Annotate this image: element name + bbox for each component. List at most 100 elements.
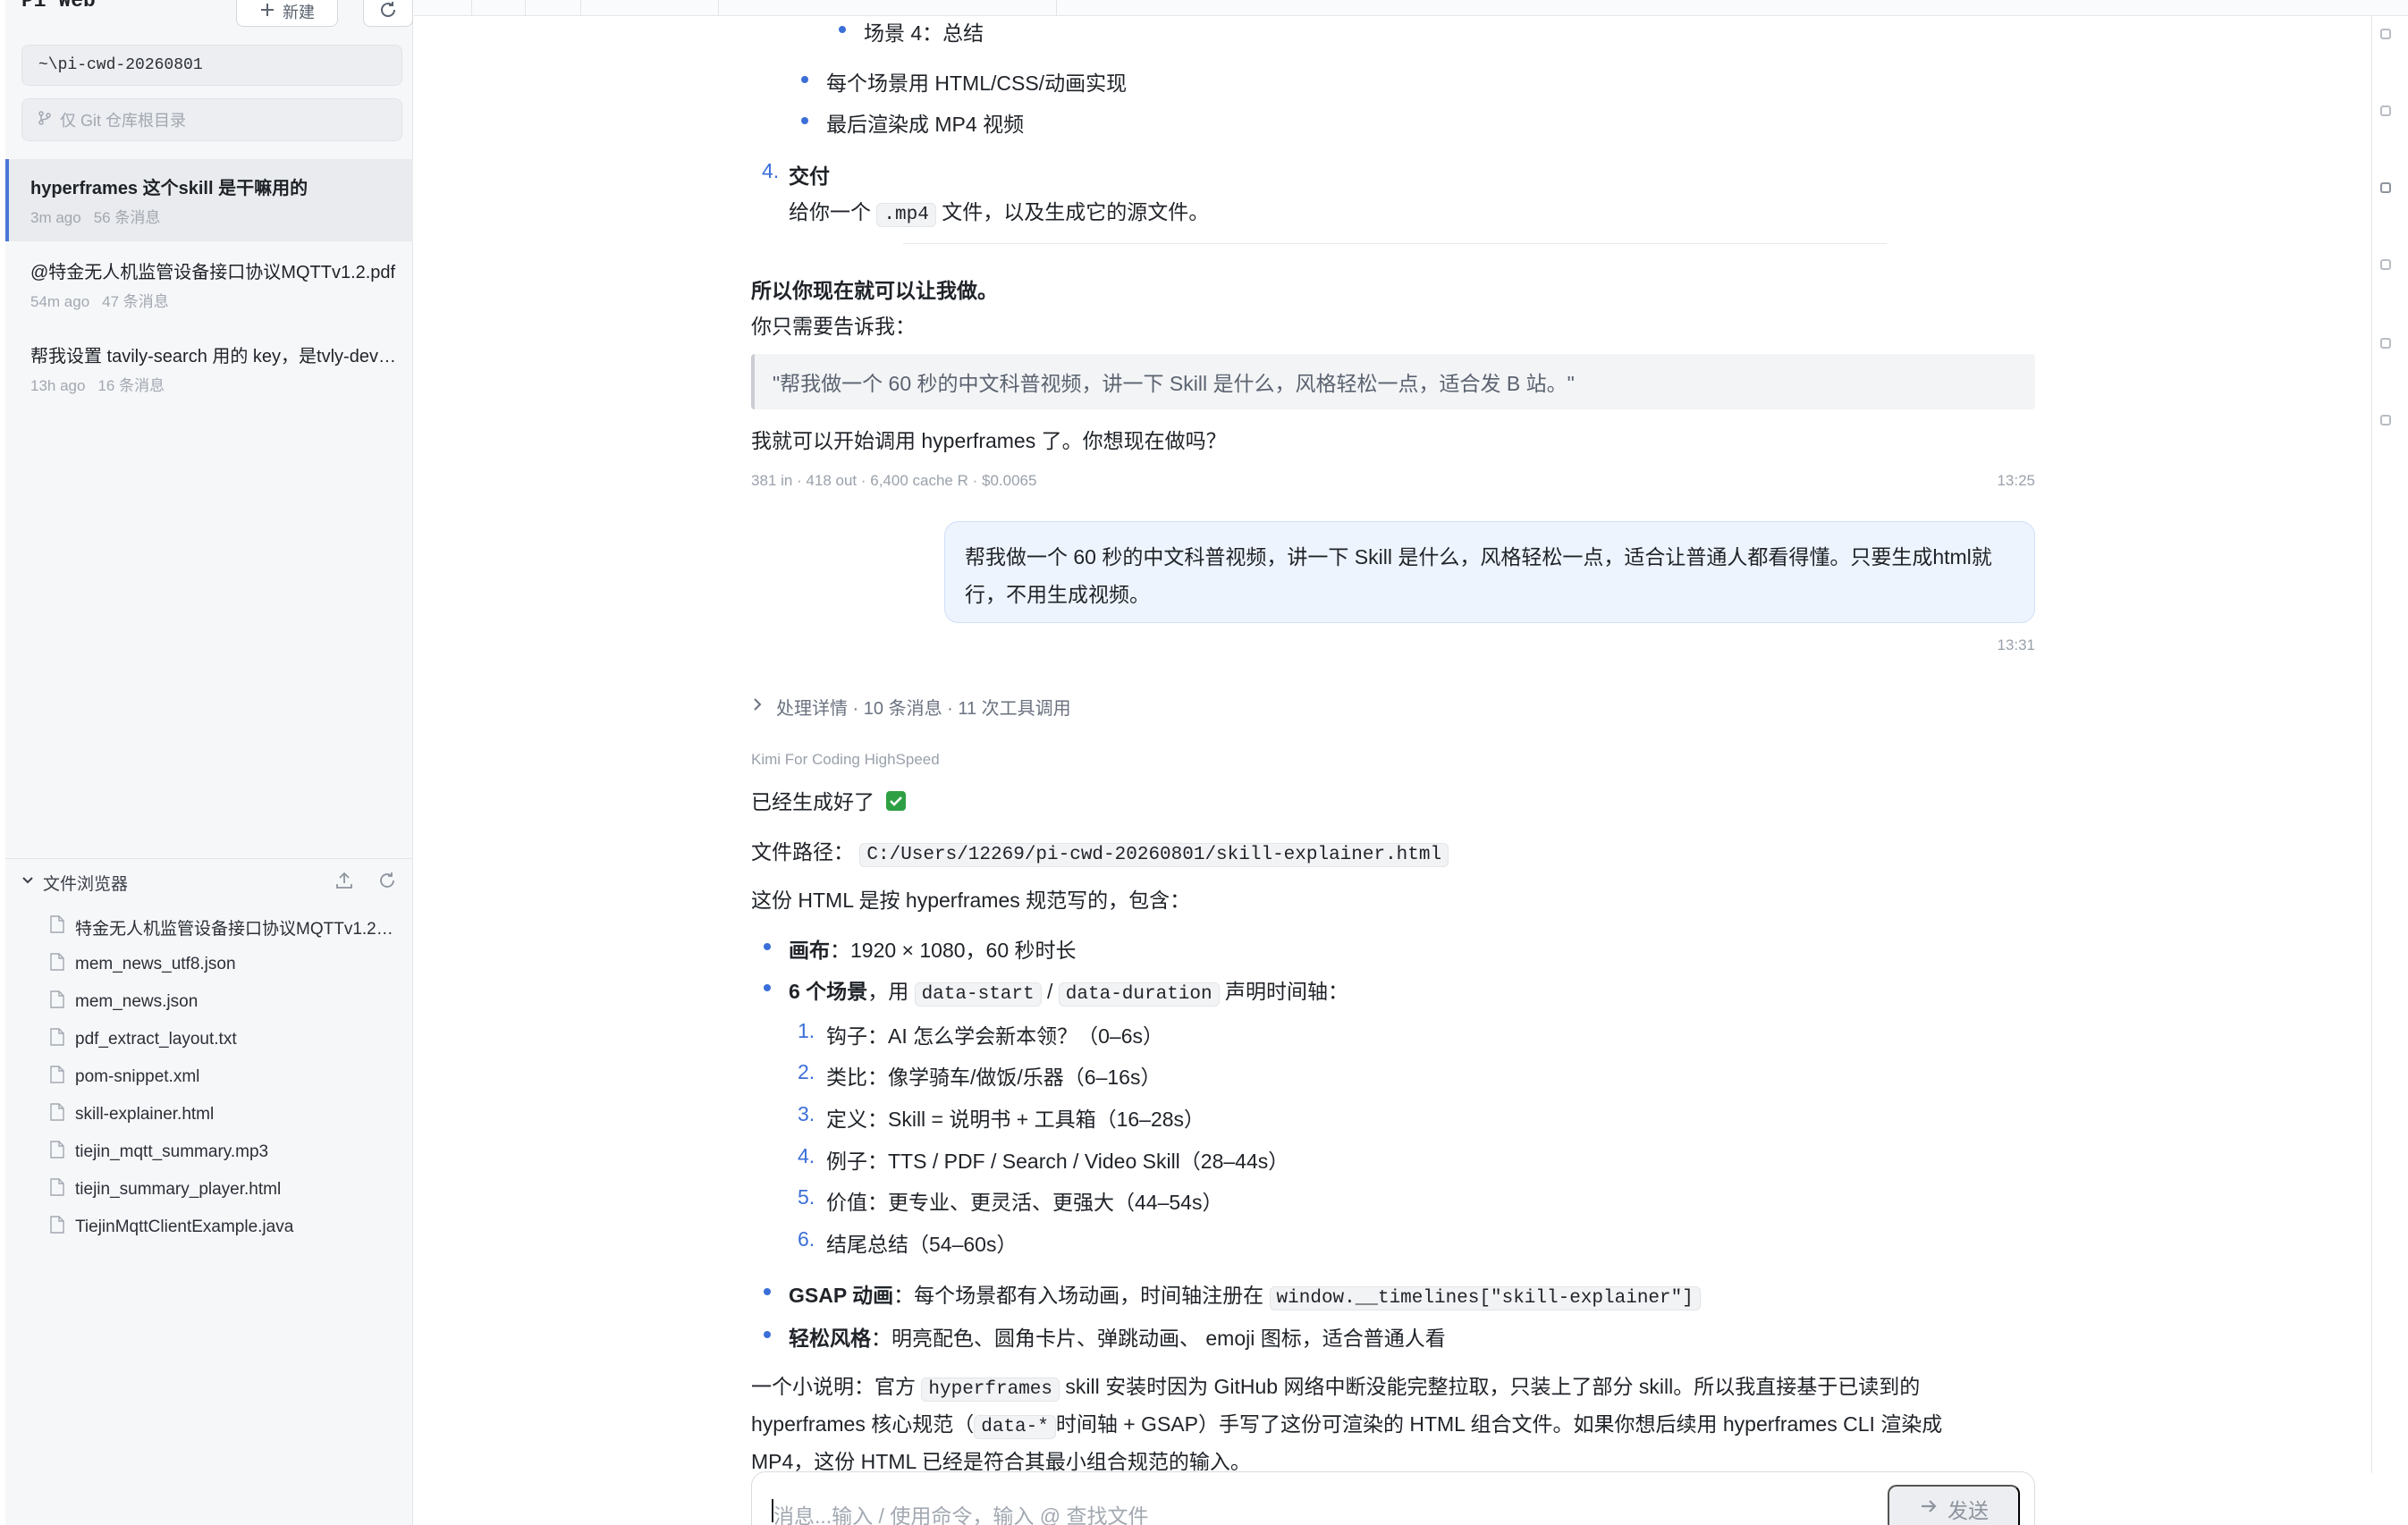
rail-marker[interactable] — [2380, 415, 2391, 425]
note-line: 一个小说明：官方 hyperframes skill 安装时因为 GitHub … — [751, 1369, 1920, 1402]
text-fragment: 一个小说明：官方 — [751, 1375, 916, 1398]
text-fragment: / — [1047, 980, 1053, 1003]
inline-code: C:/Users/12269/pi-cwd-20260801/skill-exp… — [859, 843, 1449, 867]
file-icon — [50, 915, 64, 939]
git-root-toggle[interactable]: 仅 Git 仓库根目录 — [21, 98, 402, 141]
check-mark-icon — [885, 790, 907, 817]
session-time: 3m ago — [30, 209, 81, 226]
session-item[interactable]: @特金无人机监管设备接口协议MQTTv1.2.pdf 54m ago 47 条消息 — [5, 243, 413, 325]
text-fragment: GSAP 动画 — [789, 1284, 894, 1307]
file-item[interactable]: tiejin_summary_player.html — [50, 1171, 408, 1209]
paragraph: 你只需要告诉我： — [751, 315, 916, 338]
refresh-sessions-button[interactable] — [363, 0, 413, 27]
git-root-label: 仅 Git 仓库根目录 — [60, 112, 187, 130]
list-number: 3. — [798, 1102, 815, 1125]
file-item[interactable]: TiejinMqttClientExample.java — [50, 1209, 408, 1246]
list-number: 6. — [798, 1227, 815, 1251]
file-item[interactable]: tiejin_mqtt_summary.mp3 — [50, 1133, 408, 1171]
file-icon — [50, 1141, 64, 1164]
message-time: 13:31 — [1997, 636, 2035, 653]
text-fragment: 轻松风格 — [789, 1327, 871, 1350]
list-item: 轻松风格：明亮配色、圆角卡片、弹跳动画、 emoji 图标，适合普通人看 — [764, 1321, 1446, 1352]
message-input[interactable]: 消息...输入 / 使用命令，输入 @ 查找文件 — [773, 1499, 1148, 1525]
session-count: 16 条消息 — [97, 377, 165, 394]
step-description: 给你一个 .mp4 文件，以及生成它的源文件。 — [789, 195, 1210, 227]
rail-marker[interactable] — [2380, 29, 2391, 39]
session-time: 13h ago — [30, 377, 86, 394]
refresh-icon[interactable] — [377, 871, 397, 895]
new-session-label: 新建 — [283, 4, 315, 21]
list-number: 4. — [762, 159, 780, 182]
file-item[interactable]: mem_news.json — [50, 983, 408, 1021]
chevron-right-icon — [751, 696, 764, 717]
processing-details-label: 处理详情 · 10 条消息 · 11 次工具调用 — [776, 699, 1071, 719]
refresh-icon — [378, 0, 398, 22]
rail-marker[interactable] — [2380, 105, 2391, 116]
text-fragment: 已经生成好了 — [751, 790, 874, 813]
file-name: TiejinMqttClientExample.java — [75, 1217, 294, 1236]
inline-code: window.__timelines["skill-explainer"] — [1269, 1286, 1701, 1310]
scene-item: 价值：更专业、更灵活、更强大（44–54s） — [826, 1191, 1223, 1214]
model-name: Kimi For Coding HighSpeed — [751, 751, 940, 768]
rail-marker-current[interactable] — [2380, 182, 2391, 193]
top-strip-divider — [1056, 0, 1057, 16]
blockquote: "帮我做一个 60 秒的中文科普视频，讲一下 Skill 是什么，风格轻松一点，… — [751, 354, 2035, 409]
note-line: MP4，这份 HTML 已经是符合其最小组合规范的输入。 — [751, 1450, 1251, 1473]
text-fragment: 6 个场景 — [789, 980, 868, 1003]
new-session-button[interactable]: 新建 — [236, 0, 338, 27]
upload-icon[interactable] — [334, 871, 354, 895]
processing-details-toggle[interactable]: 处理详情 · 10 条消息 · 11 次工具调用 — [751, 694, 1071, 720]
reply-status: 已经生成好了 — [751, 785, 907, 817]
file-item[interactable]: pom-snippet.xml — [50, 1058, 408, 1096]
file-list: 特金无人机监管设备接口协议MQTTv1.2.pdf mem_news_utf8.… — [50, 908, 408, 1246]
file-item[interactable]: 特金无人机监管设备接口协议MQTTv1.2.pdf — [50, 908, 408, 946]
file-name: 特金无人机监管设备接口协议MQTTv1.2.pdf — [75, 919, 397, 939]
scene-item: 结尾总结（54–60s） — [826, 1233, 1018, 1256]
session-meta: 54m ago 47 条消息 — [30, 289, 413, 311]
file-icon — [50, 1028, 64, 1051]
file-path-line: 文件路径： C:/Users/12269/pi-cwd-20260801/ski… — [751, 835, 1449, 867]
paragraph: 我就可以开始调用 hyperframes 了。你想现在做吗？ — [751, 429, 1227, 452]
text-fragment: ：明亮配色、圆角卡片、弹跳动画、 emoji 图标，适合普通人看 — [871, 1327, 1446, 1350]
file-name: mem_news_utf8.json — [75, 955, 236, 973]
file-item[interactable]: mem_news_utf8.json — [50, 946, 408, 983]
user-message-bubble: 帮我做一个 60 秒的中文科普视频，讲一下 Skill 是什么，风格轻松一点，适… — [944, 521, 2035, 623]
file-icon — [50, 1178, 64, 1201]
cwd-input[interactable]: ~\pi-cwd-20260801 — [21, 45, 402, 86]
file-icon — [50, 990, 64, 1014]
file-icon — [50, 953, 64, 976]
session-title: @特金无人机监管设备接口协议MQTTv1.2.pdf — [30, 263, 396, 282]
list-item: 6 个场景，用 data-start / data-duration 声明时间轴… — [764, 974, 1348, 1007]
rail-marker[interactable] — [2380, 259, 2391, 270]
session-count: 47 条消息 — [102, 293, 169, 310]
list-number: 4. — [798, 1144, 815, 1167]
list-item: GSAP 动画：每个场景都有入场动画，时间轴注册在 window.__timel… — [764, 1278, 1701, 1310]
file-item[interactable]: pdf_extract_layout.txt — [50, 1021, 408, 1058]
session-item[interactable]: 帮我设置 tavily-search 用的 key，是tvly-dev-xxxx… — [5, 327, 413, 409]
scroll-rail[interactable] — [2371, 16, 2408, 1473]
session-title: 帮我设置 tavily-search 用的 key，是tvly-dev-xxxx — [30, 347, 401, 367]
file-name: pdf_extract_layout.txt — [75, 1030, 237, 1049]
list-number: 5. — [798, 1185, 815, 1209]
bold-line: 所以你现在就可以让我做。 — [751, 279, 998, 302]
usage-stats: 381 in · 418 out · 6,400 cache R · $0.00… — [751, 472, 1037, 489]
rail-marker[interactable] — [2380, 338, 2391, 349]
send-button[interactable]: 发送 — [1888, 1485, 2020, 1525]
scene-item: 钩子：AI 怎么学会新本领？（0–6s） — [826, 1024, 1163, 1048]
file-name: skill-explainer.html — [75, 1105, 215, 1124]
section-divider — [903, 243, 1887, 244]
file-item[interactable]: skill-explainer.html — [50, 1096, 408, 1133]
message-time: 13:25 — [1997, 472, 2035, 489]
message-composer[interactable]: 消息...输入 / 使用命令，输入 @ 查找文件 发送 — [751, 1471, 2035, 1525]
file-browser-header[interactable]: 文件浏览器 — [21, 869, 402, 896]
session-title: hyperframes 这个skill 是干嘛用的 — [30, 179, 308, 198]
chevron-down-icon[interactable] — [21, 874, 34, 891]
file-name: pom-snippet.xml — [75, 1067, 200, 1086]
top-strip-divider — [718, 0, 719, 16]
inline-code: .mp4 — [876, 203, 936, 227]
session-count: 56 条消息 — [93, 209, 161, 226]
session-item-active[interactable]: hyperframes 这个skill 是干嘛用的 3m ago 56 条消息 — [5, 159, 413, 241]
text-fragment: 画布 — [789, 939, 830, 962]
text-fragment: 文件，以及生成它的源文件。 — [942, 200, 1210, 223]
sidebar-header: Pi Web 新建 — [21, 0, 413, 27]
